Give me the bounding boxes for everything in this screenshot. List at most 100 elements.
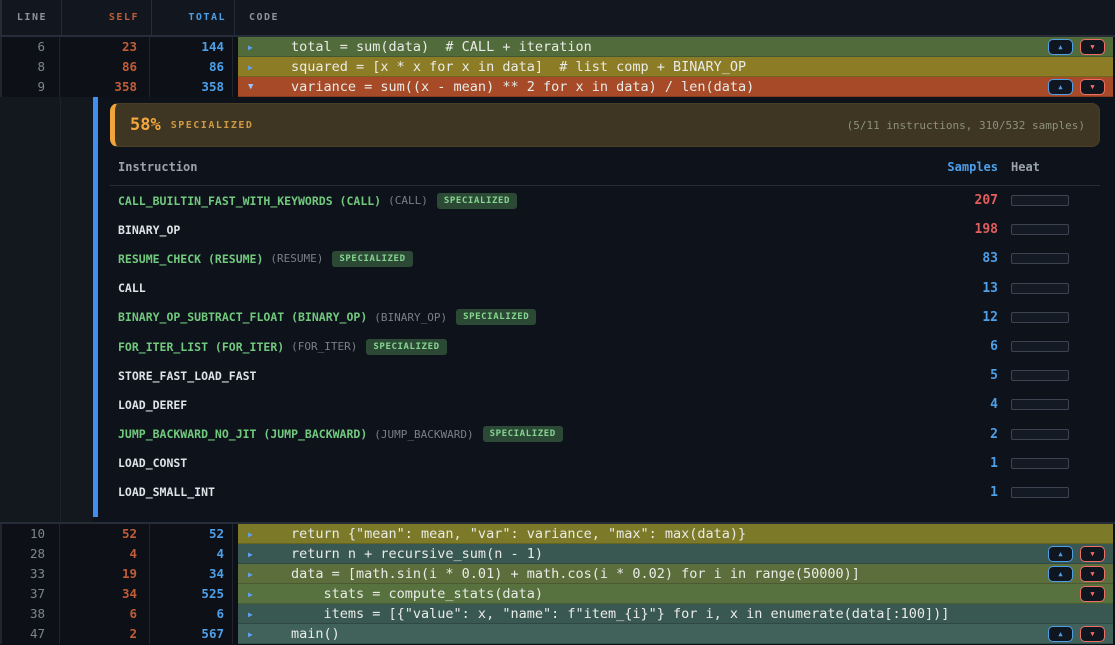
instruction-row: LOAD_SMALL_INT 1 — [110, 478, 1100, 507]
expander-icon[interactable]: ▶ — [248, 530, 261, 539]
code-line-row: 10 52 52 ▶ return {"mean": mean, "var": … — [0, 524, 1115, 544]
instruction-row: BINARY_OP 198 — [110, 215, 1100, 244]
instruction-base-name: (FOR_ITER) — [291, 340, 357, 353]
column-header-total[interactable]: TOTAL — [152, 0, 235, 35]
instruction-row: FOR_ITER_LIST (FOR_ITER) (FOR_ITER) SPEC… — [110, 332, 1100, 361]
code-text: data = [math.sin(i * 0.01) + math.cos(i … — [291, 566, 860, 582]
move-down-button[interactable]: ▼ — [1080, 566, 1105, 582]
code-cell[interactable]: ▶ data = [math.sin(i * 0.01) + math.cos(… — [238, 564, 1113, 584]
expander-icon[interactable]: ▶ — [248, 570, 261, 579]
move-up-button[interactable]: ▲ — [1048, 546, 1073, 562]
panel-accent-bar — [93, 97, 98, 517]
total-samples: 52 — [150, 524, 233, 544]
move-down-button[interactable]: ▼ — [1080, 39, 1105, 55]
instruction-name: CALL_BUILTIN_FAST_WITH_KEYWORDS (CALL) — [118, 194, 381, 208]
instruction-samples: 1 — [908, 456, 998, 471]
total-samples: 34 — [150, 564, 233, 584]
specialized-badge: SPECIALIZED — [332, 251, 412, 267]
code-line-row: 37 34 525 ▶ stats = compute_stats(data) … — [0, 584, 1115, 604]
code-text: squared = [x * x for x in data] # list c… — [291, 59, 746, 75]
instruction-name: STORE_FAST_LOAD_FAST — [118, 369, 256, 383]
column-header-self[interactable]: SELF — [62, 0, 152, 35]
heat-column-header: Heat — [1011, 160, 1069, 174]
code-cell[interactable]: ▶ main() ▲ ▼ — [238, 624, 1113, 644]
move-up-button[interactable]: ▲ — [1048, 79, 1073, 95]
code-line-row: 6 23 144 ▶ total = sum(data) # CALL + it… — [0, 37, 1115, 57]
row-buttons: ▲ ▼ — [1048, 39, 1105, 55]
instruction-row: CALL 13 — [110, 274, 1100, 303]
specialized-badge: SPECIALIZED — [437, 193, 517, 209]
self-samples: 34 — [60, 584, 150, 604]
heat-bar — [1011, 370, 1069, 381]
code-cell[interactable]: ▶ items = [{"value": x, "name": f"item_{… — [238, 604, 1113, 624]
code-text: main() — [291, 626, 340, 642]
row-buttons: ▲ ▼ — [1048, 79, 1105, 95]
move-up-button[interactable]: ▲ — [1048, 566, 1073, 582]
instruction-table-header: Instruction Samples Heat — [110, 160, 1100, 186]
total-samples: 525 — [150, 584, 233, 604]
instruction-name: JUMP_BACKWARD_NO_JIT (JUMP_BACKWARD) — [118, 427, 367, 441]
instruction-base-name: (JUMP_BACKWARD) — [374, 428, 473, 441]
total-samples: 567 — [150, 624, 233, 644]
move-down-button[interactable]: ▼ — [1080, 626, 1105, 642]
move-up-button[interactable]: ▲ — [1048, 626, 1073, 642]
expander-icon[interactable]: ▶ — [248, 610, 261, 619]
line-number: 9 — [0, 77, 60, 97]
move-down-button[interactable]: ▼ — [1080, 546, 1105, 562]
code-cell[interactable]: ▶ return {"mean": mean, "var": variance,… — [238, 524, 1113, 544]
heat-bar — [1011, 487, 1069, 498]
column-header-line[interactable]: LINE — [2, 0, 62, 35]
heat-bar — [1011, 195, 1069, 206]
self-samples: 19 — [60, 564, 150, 584]
bottom-code-rows: 10 52 52 ▶ return {"mean": mean, "var": … — [0, 522, 1115, 644]
instruction-row: BINARY_OP_SUBTRACT_FLOAT (BINARY_OP) (BI… — [110, 303, 1100, 332]
row-buttons: ▲ ▼ — [1048, 546, 1105, 562]
expander-icon[interactable]: ▶ — [248, 590, 261, 599]
instruction-row: LOAD_DEREF 4 — [110, 390, 1100, 419]
total-samples: 4 — [150, 544, 233, 564]
profiler-app: LINE SELF TOTAL CODE 6 23 144 ▶ total = … — [0, 0, 1115, 645]
heat-bar — [1011, 312, 1069, 323]
line-number: 47 — [0, 624, 60, 644]
heat-bar — [1011, 224, 1069, 235]
total-samples: 86 — [150, 57, 233, 77]
instruction-samples: 1 — [908, 485, 998, 500]
heat-bar — [1011, 341, 1069, 352]
instruction-samples: 2 — [908, 427, 998, 442]
expander-icon[interactable]: ▼ — [248, 82, 261, 92]
move-down-button[interactable]: ▼ — [1080, 586, 1105, 602]
code-line-row: 28 4 4 ▶ return n + recursive_sum(n - 1)… — [0, 544, 1115, 564]
code-line-row: 8 86 86 ▶ squared = [x * x for x in data… — [0, 57, 1115, 77]
expander-icon[interactable]: ▶ — [248, 630, 261, 639]
samples-column-header[interactable]: Samples — [908, 160, 998, 174]
expander-icon[interactable]: ▶ — [248, 43, 261, 52]
expander-icon[interactable]: ▶ — [248, 63, 261, 72]
table-header: LINE SELF TOTAL CODE — [0, 0, 1115, 37]
move-up-button[interactable]: ▲ — [1048, 39, 1073, 55]
instruction-name: LOAD_DEREF — [118, 398, 187, 412]
move-down-button[interactable]: ▼ — [1080, 79, 1105, 95]
top-code-rows: 6 23 144 ▶ total = sum(data) # CALL + it… — [0, 37, 1115, 97]
code-cell[interactable]: ▶ return n + recursive_sum(n - 1) ▲ ▼ — [238, 544, 1113, 564]
specialization-percent: 58% — [130, 115, 161, 135]
code-cell[interactable]: ▼ variance = sum((x - mean) ** 2 for x i… — [238, 77, 1113, 97]
expander-icon[interactable]: ▶ — [248, 550, 261, 559]
instruction-name: BINARY_OP_SUBTRACT_FLOAT (BINARY_OP) — [118, 310, 367, 324]
code-cell[interactable]: ▶ stats = compute_stats(data) ▲ ▼ — [238, 584, 1113, 604]
instruction-name: FOR_ITER_LIST (FOR_ITER) — [118, 340, 284, 354]
heat-bar — [1011, 253, 1069, 264]
code-text: stats = compute_stats(data) — [291, 586, 543, 602]
instruction-base-name: (RESUME) — [270, 252, 323, 265]
code-cell[interactable]: ▶ total = sum(data) # CALL + iteration ▲… — [238, 37, 1113, 57]
row-buttons: ▲ ▼ — [1048, 586, 1105, 602]
self-samples: 2 — [60, 624, 150, 644]
code-cell[interactable]: ▶ squared = [x * x for x in data] # list… — [238, 57, 1113, 77]
instruction-row: CALL_BUILTIN_FAST_WITH_KEYWORDS (CALL) (… — [110, 186, 1100, 215]
instruction-samples: 12 — [908, 310, 998, 325]
instruction-samples: 4 — [908, 397, 998, 412]
line-number: 38 — [0, 604, 60, 624]
instruction-samples: 5 — [908, 368, 998, 383]
line-number: 6 — [0, 37, 60, 57]
specialized-badge: SPECIALIZED — [456, 309, 536, 325]
specialization-summary: (5/11 instructions, 310/532 samples) — [847, 119, 1085, 132]
